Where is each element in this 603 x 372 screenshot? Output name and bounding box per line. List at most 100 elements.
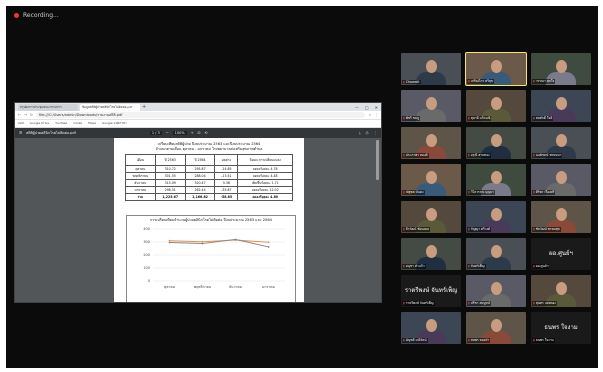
more-icon[interactable]: ⋮ — [374, 131, 378, 135]
table-cell: 301.55 — [154, 172, 186, 180]
table-cell: 288.04 — [184, 172, 216, 180]
zoom-out-icon[interactable]: − — [166, 131, 169, 135]
participant-name: พัชรี ชมภู — [405, 116, 420, 120]
participant-tile[interactable]: ▮นงลักษณ์ พรหมมา — [531, 127, 591, 159]
participant-display-name: ผอ.ศูนย์ฯ — [549, 250, 573, 257]
participant-tile[interactable]: ▮ปรีชา สมบูรณ์ — [466, 275, 526, 307]
star-icon[interactable]: ☆ — [368, 113, 371, 117]
participant-tile[interactable]: ▮ศิริพร เรืองศรี — [531, 164, 591, 196]
hamburger-menu-icon[interactable]: ☰ — [19, 131, 22, 135]
table-total-row: รวม 1,225.67 1,166.82 -58.85 ลดลงร้อยละ … — [125, 193, 293, 201]
url-input[interactable]: file:///C:/Users/admin/Downloads/รายงานส… — [35, 112, 366, 118]
participant-tile[interactable]: ▮อนุชา คำแก้ว — [401, 238, 461, 270]
participant-tile[interactable]: ▮ธีรวัฒน์ ชัยมงคล — [401, 201, 461, 233]
pdf-viewer[interactable]: เปรียบเทียบสถิติผู้ป่วย ปีงบประมาณ 2563 … — [15, 138, 381, 302]
participant-name-label: ▮จันทร์เพ็ญ — [467, 264, 486, 269]
participant-tile[interactable]: ▮สมศักดิ์ ใจดี — [531, 90, 591, 122]
participant-name: วิไลวรรณ บุญมา — [470, 190, 494, 194]
browser-tab-active[interactable]: ข้อมูลสถิติผู้ป่วยคลินิกโรคไม่ติดต่อ.pdf — [80, 104, 140, 111]
participant-tile[interactable]: ▮ณัฐพล มั่นคง — [401, 164, 461, 196]
back-icon[interactable]: ← — [18, 113, 21, 117]
participant-tile[interactable]: ▮อรุณี สายทอง — [466, 127, 526, 159]
menu-icon[interactable]: ⋮ — [375, 113, 379, 117]
participant-tile[interactable]: ▮ชัยวัฒน์ พรหมสุข — [531, 201, 591, 233]
participant-tile[interactable]: ▮วรรณา สุขใจ — [531, 53, 591, 85]
x-tick-label: พฤศจิกายน — [194, 285, 212, 289]
shared-screen[interactable]: สรุปผลการประชุมคณะกรรมการ ข้อมูลสถิติผู้… — [14, 102, 382, 303]
mic-muted-icon: ▮ — [403, 190, 405, 194]
participant-face — [491, 245, 502, 258]
y-tick-label: 400 — [143, 227, 150, 231]
participant-tile[interactable]: ธนพร ใจงาม ▮ธนพร ใจงาม — [531, 312, 591, 344]
participant-name: ประภาพร ทองดี — [405, 153, 428, 157]
pdf-actions: ⤓ ⎙ ⋮ — [359, 131, 377, 135]
participant-face — [556, 282, 567, 295]
browser-tab[interactable]: สรุปผลการประชุมคณะกรรมการ — [18, 104, 78, 111]
column-header: ปี 2563 — [154, 154, 186, 166]
data-point — [168, 239, 171, 242]
participant-face — [426, 134, 437, 147]
download-icon[interactable]: ⤓ — [359, 131, 361, 135]
print-icon[interactable]: ⎙ — [366, 131, 369, 135]
bookmark-item[interactable]: Google แปลภาษา — [102, 120, 127, 127]
mic-muted-icon: ▮ — [468, 190, 470, 194]
new-tab-button[interactable]: + — [142, 104, 146, 111]
participant-tile[interactable]: ▮สุนทร แสงทอง — [531, 275, 591, 307]
fit-page-icon[interactable]: ⊡ — [198, 131, 201, 135]
table-cell: 298.31 — [154, 186, 186, 194]
participant-face — [491, 60, 502, 73]
address-bar-row: ← → ↻ file:///C:/Users/admin/Downloads/ร… — [15, 111, 381, 120]
participant-name: ธนพร ใจงาม — [535, 338, 554, 342]
bookmark-item[interactable]: Maps — [88, 120, 96, 127]
participant-tile[interactable]: ▮จันทร์เพ็ญ — [466, 238, 526, 270]
document-title: เปรียบเทียบสถิติผู้ป่วย ปีงบประมาณ 2563 … — [114, 142, 304, 152]
zoom-level[interactable]: 100% — [172, 131, 187, 135]
forward-icon[interactable]: → — [24, 113, 27, 117]
participant-tile[interactable]: ▮Chawalit — [401, 53, 461, 85]
participant-tile[interactable]: ผอ.ศูนย์ฯ ▮ผอ.ศูนย์ฯ — [531, 238, 591, 270]
mic-muted-icon: ▮ — [533, 153, 535, 157]
column-header: ปี 2564 — [184, 154, 216, 166]
bookmark-item[interactable]: Google Drive — [30, 120, 50, 127]
participant-name-label: ▮ธนพร ใจงาม — [532, 338, 555, 343]
participant-tile[interactable]: ▮พัชรี ชมภู — [401, 90, 461, 122]
scrollbar[interactable] — [376, 140, 379, 180]
bookmark-item[interactable]: Gmail — [73, 120, 82, 127]
participant-tile[interactable]: ▮สุมาลี แก้วมณี — [466, 90, 526, 122]
mic-muted-icon: ▮ — [468, 227, 470, 231]
minimize-button[interactable]: — — [355, 104, 359, 111]
rotate-icon[interactable]: ⟲ — [205, 131, 208, 135]
table-cell: 320.47 — [184, 179, 216, 187]
participant-tile[interactable]: ▮วิไลวรรณ บุญมา — [466, 164, 526, 196]
participant-tile[interactable]: ▮อัญชลี มณีรัตน์ — [401, 312, 461, 344]
table-cell: รวม — [125, 193, 156, 201]
table-row: ธันวาคม 315.09 320.47 5.38 เพิ่มขึ้นร้อย… — [125, 179, 293, 187]
participant-name: วรรณา สุขใจ — [535, 79, 555, 83]
maximize-button[interactable]: ▢ — [365, 104, 369, 111]
participant-name-label: ▮เกรียงไกร ศรีสุข — [467, 79, 495, 84]
participant-name-label: ▮ประภาพร ทองดี — [402, 153, 429, 158]
page-indicator[interactable]: 1 / 3 — [149, 131, 162, 135]
participant-name: อนุชา คำแก้ว — [405, 264, 425, 268]
participant-tile[interactable]: ▮กัญญา ศรีวงศ์ — [466, 201, 526, 233]
participant-face — [556, 134, 567, 147]
zoom-in-icon[interactable]: + — [191, 131, 194, 135]
table-row: พฤศจิกายน 301.55 288.04 -13.51 ลดลงร้อยล… — [125, 172, 293, 180]
participant-tile[interactable]: ▮สมพร ทองคำ — [466, 312, 526, 344]
participant-name-label: ▮ปรีชา สมบูรณ์ — [467, 301, 492, 306]
participant-tile[interactable]: ราตรีพงษ์ จันทร์เพ็ญ ▮ราตรีพงษ์ จันทร์เพ็… — [401, 275, 461, 307]
table-cell: พฤศจิกายน — [125, 172, 156, 180]
browser-tab-bar: สรุปผลการประชุมคณะกรรมการ ข้อมูลสถิติผู้… — [15, 103, 381, 111]
close-button[interactable]: ✕ — [375, 104, 378, 111]
bookmark-item[interactable]: YouTube — [55, 120, 67, 127]
participant-name: จันทร์เพ็ญ — [470, 264, 485, 268]
line-chart: 400 300 200 100 0 ตุลาคม พฤศจิกายน ธันวาคม มกราค… — [143, 227, 285, 290]
y-tick-label: 0 — [148, 279, 150, 283]
participant-name-label: ▮ผอ.ศูนย์ฯ — [532, 264, 550, 269]
bookmark-item[interactable]: แอป — [18, 120, 24, 127]
participant-tile[interactable]: ▮ประภาพร ทองดี — [401, 127, 461, 159]
reload-icon[interactable]: ↻ — [30, 113, 33, 117]
participant-tile[interactable]: ▮เกรียงไกร ศรีสุข — [465, 52, 527, 86]
table-cell: 1,166.82 — [184, 193, 216, 201]
participant-name-label: ▮สมพร ทองคำ — [467, 338, 491, 343]
